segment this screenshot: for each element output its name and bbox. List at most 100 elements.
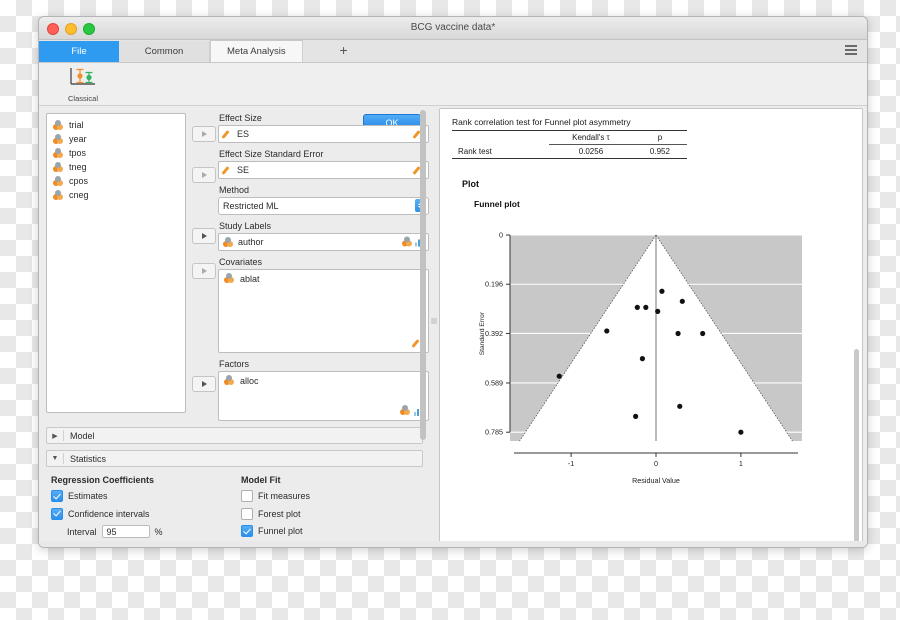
results-scrollbar-thumb[interactable] (854, 349, 859, 543)
nominal-icon (224, 375, 235, 386)
assign-effect-size-se-button[interactable] (192, 167, 216, 183)
arrow-right-icon (201, 172, 207, 178)
checkbox-icon[interactable] (51, 490, 63, 502)
checkbox-estimates-label: Estimates (68, 491, 108, 501)
nominal-icon (53, 147, 64, 159)
classical-analysis-button[interactable]: Classical (57, 66, 109, 103)
variable-list[interactable]: trial year tpos tneg cpos cneg (46, 113, 186, 413)
divider (63, 453, 64, 464)
divider (63, 430, 64, 441)
cell-tau: 0.0256 (578, 147, 604, 156)
tab-meta-analysis[interactable]: Meta Analysis (210, 40, 303, 62)
variable-label: tneg (69, 162, 87, 172)
covariates-box[interactable]: ablat (218, 269, 429, 353)
checkbox-forest-plot-label: Forest plot (258, 508, 301, 519)
checkbox-icon[interactable] (241, 525, 253, 537)
analysis-options-panel: OK trial year tpos tneg cpos cneg Effect… (39, 106, 429, 547)
list-item[interactable]: cpos (47, 174, 185, 188)
assign-factors-button[interactable] (192, 376, 216, 392)
scrollbar-thumb[interactable] (420, 110, 426, 440)
section-statistics-label: Statistics (70, 453, 107, 464)
table-header-row: Kendall's τ p (452, 130, 687, 145)
list-item[interactable]: tneg (47, 160, 185, 174)
covariate-label: ablat (240, 273, 260, 284)
study-labels-value: author (238, 237, 264, 247)
regression-coefficients-header: Regression Coefficients (51, 475, 155, 485)
table-row: Rank test 0.0256 0.952 (452, 145, 687, 159)
chevron-down-icon: ▼ (51, 455, 59, 462)
method-select[interactable]: Restricted ML (218, 197, 429, 215)
section-statistics[interactable]: ▼ Statistics (46, 450, 423, 467)
effect-size-se-field[interactable]: SE (218, 161, 429, 179)
variable-label: tpos (69, 148, 87, 158)
checkbox-fit-measures-label: Fit measures (258, 491, 311, 501)
effect-size-se-label: Effect Size Standard Error (219, 149, 324, 159)
panel-splitter[interactable] (429, 106, 439, 547)
window-controls[interactable] (47, 23, 95, 35)
list-item[interactable]: year (47, 132, 185, 146)
list-item[interactable]: tpos (47, 146, 185, 160)
close-window-button[interactable] (47, 23, 59, 35)
model-fit-group: Model Fit Fit measures Forest plot Funne… (231, 475, 421, 547)
interval-input[interactable]: 95 (101, 525, 150, 538)
assign-effect-size-button[interactable] (192, 126, 216, 142)
model-fit-header: Model Fit (241, 475, 281, 485)
splitter-grip[interactable] (431, 318, 437, 324)
assign-covariates-button[interactable] (192, 263, 216, 279)
list-item[interactable]: alloc (219, 372, 428, 389)
ribbon-toolbar: Classical (39, 63, 867, 106)
arrow-right-icon (201, 131, 207, 137)
variable-label: trial (69, 120, 84, 130)
variable-label: year (69, 134, 87, 144)
checkbox-confidence-intervals[interactable]: Confidence intervals (51, 507, 231, 520)
effect-size-field[interactable]: ES (218, 125, 429, 143)
nominal-icon (53, 175, 64, 187)
list-item[interactable]: cneg (47, 188, 185, 202)
checkbox-forest-plot[interactable]: Forest plot (241, 507, 421, 520)
study-labels-field[interactable]: author (218, 233, 429, 251)
checkbox-funnel-plot[interactable]: Funnel plot (241, 525, 421, 537)
svg-text:-1: -1 (568, 459, 574, 468)
effect-size-se-value: SE (237, 165, 250, 175)
factor-label: alloc (240, 375, 259, 386)
nominal-icon (223, 236, 234, 248)
minimize-window-button[interactable] (65, 23, 77, 35)
funnel-plot-svg: 0 0.196 0.392 0.589 0.785 Standard Error -1 0 1 R… (479, 231, 802, 485)
checkbox-icon[interactable] (241, 507, 253, 520)
assign-study-labels-button[interactable] (192, 228, 216, 244)
checkbox-confidence-intervals-label: Confidence intervals (68, 508, 150, 519)
classical-analysis-icon (70, 67, 95, 85)
column-header-p: p (632, 130, 687, 145)
assign-arrow-column (192, 113, 218, 421)
tab-add-module-button[interactable]: + (302, 41, 385, 62)
svg-text:0.392: 0.392 (485, 329, 503, 338)
row-label: Rank test (458, 146, 492, 156)
cell-p: 0.952 (649, 147, 670, 156)
section-model[interactable]: ▶ Model (46, 427, 423, 444)
factors-label: Factors (219, 359, 250, 369)
arrow-right-icon (201, 381, 207, 387)
arrow-right-icon (201, 233, 207, 239)
results-panel: Rank correlation test for Funnel plot as… (439, 108, 863, 544)
scale-icon (221, 129, 233, 139)
options-scrollbar[interactable] (420, 110, 426, 546)
nominal-icon (53, 133, 64, 145)
tab-strip: File Common Meta Analysis + (39, 40, 867, 63)
covariates-label: Covariates (219, 257, 263, 267)
tab-common[interactable]: Common (119, 41, 210, 62)
checkbox-fit-measures[interactable]: Fit measures (241, 490, 421, 502)
checkbox-funnel-plot-label: Funnel plot (258, 526, 303, 536)
factors-box[interactable]: alloc (218, 371, 429, 421)
list-item[interactable]: ablat (219, 270, 428, 287)
checkbox-icon[interactable] (51, 507, 63, 520)
method-label: Method (219, 185, 250, 195)
nominal-icon (53, 119, 64, 131)
checkbox-estimates[interactable]: Estimates (51, 490, 231, 502)
plot-subheading: Funnel plot (474, 199, 520, 209)
list-item[interactable]: trial (47, 118, 185, 132)
tab-file[interactable]: File (39, 41, 119, 62)
zoom-window-button[interactable] (83, 23, 95, 35)
interval-row: Interval 95 % (67, 525, 231, 538)
checkbox-icon[interactable] (241, 490, 253, 502)
hamburger-menu-icon[interactable] (845, 45, 857, 55)
